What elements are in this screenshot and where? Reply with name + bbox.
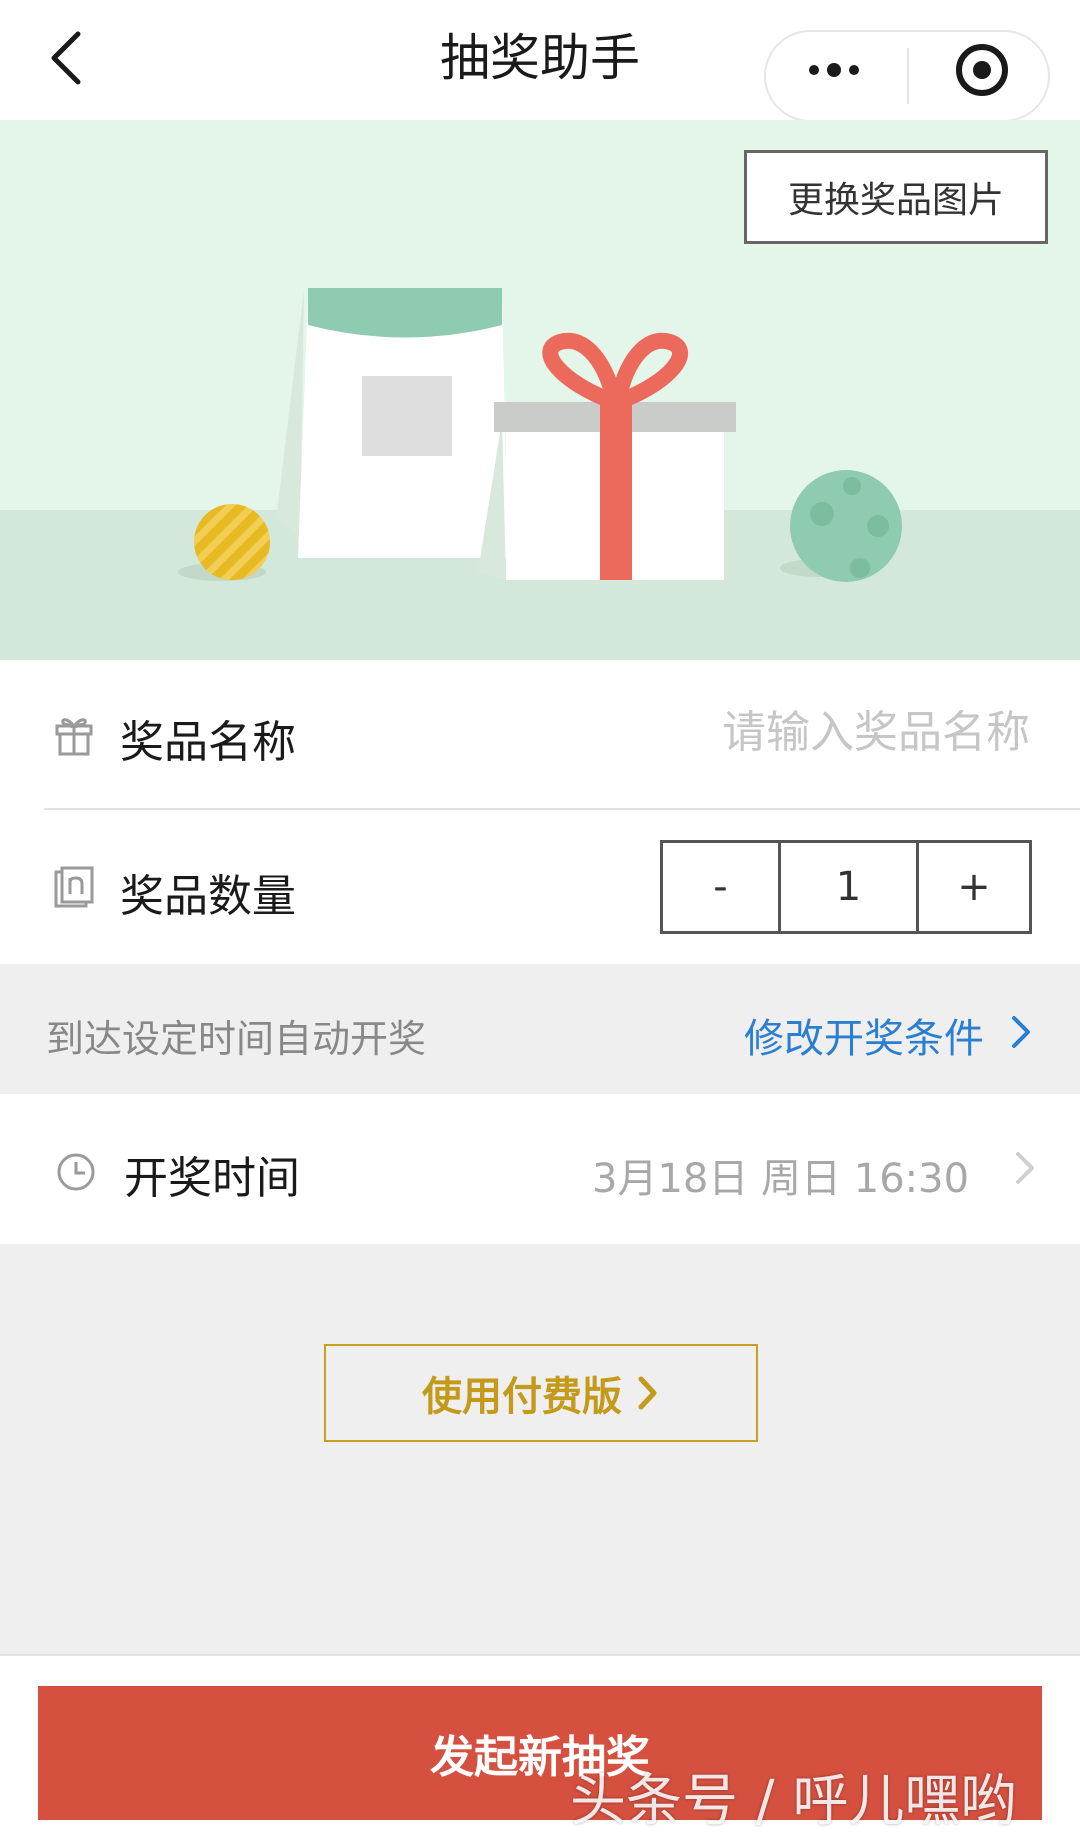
more-button[interactable]: [766, 32, 906, 120]
prize-quantity-label: 奖品数量: [120, 871, 296, 922]
chevron-right-icon[interactable]: [1008, 1010, 1034, 1054]
more-dots-icon: [809, 63, 859, 77]
target-icon: [956, 44, 1008, 96]
draw-time-value[interactable]: 3月18日 周日 16:30: [592, 1146, 969, 1204]
chevron-right-icon: [638, 1376, 657, 1410]
content-background: [0, 1244, 1080, 1654]
close-mini-program-button[interactable]: [910, 32, 1050, 120]
modify-condition-link[interactable]: 修改开奖条件: [744, 1006, 984, 1064]
quantity-icon: [54, 866, 94, 910]
prize-name-input[interactable]: [470, 702, 1030, 762]
back-button[interactable]: [40, 26, 100, 90]
draw-time-label: 开奖时间: [124, 1153, 300, 1204]
chevron-left-icon: [51, 31, 81, 85]
clock-icon: [56, 1150, 96, 1194]
quantity-value[interactable]: 1: [781, 843, 919, 931]
capsule-divider: [907, 48, 909, 104]
gift-icon: [54, 712, 94, 756]
increment-button[interactable]: +: [919, 843, 1029, 931]
mini-program-capsule: [764, 30, 1050, 122]
draw-condition-text: 到达设定时间自动开奖: [46, 1017, 427, 1061]
quantity-stepper: - 1 +: [660, 840, 1032, 934]
change-prize-image-button[interactable]: 更换奖品图片: [744, 150, 1048, 244]
decrement-button[interactable]: -: [663, 843, 781, 931]
paid-version-button[interactable]: 使用付费版: [324, 1344, 758, 1442]
paid-version-label: 使用付费版: [422, 1374, 622, 1420]
prize-name-label: 奖品名称: [120, 717, 296, 768]
prize-banner: 更换奖品图片: [0, 120, 1080, 660]
chevron-right-icon[interactable]: [1012, 1146, 1038, 1190]
watermark: 头条号 / 呼儿嘿哟: [570, 1769, 1017, 1834]
